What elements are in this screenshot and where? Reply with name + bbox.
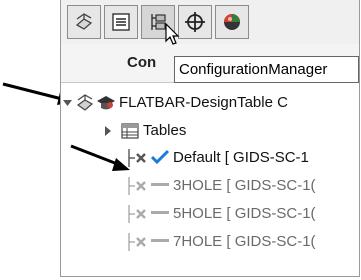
inactive-dash-icon: [151, 211, 169, 214]
config-row[interactable]: 5HOLE [ GIDS-SC-1(: [61, 201, 359, 227]
config-row[interactable]: 7HOLE [ GIDS-SC-1(: [61, 229, 359, 255]
config-label: 5HOLE [ GIDS-SC-1(: [173, 205, 316, 222]
tables-label: Tables: [143, 122, 187, 139]
displaymanager-tab[interactable]: [215, 5, 249, 39]
tooltip: ConfigurationManager: [174, 56, 359, 83]
expand-down-icon[interactable]: [63, 98, 73, 108]
featuremanager-tab[interactable]: [67, 5, 101, 39]
configuration-icon: [128, 177, 146, 195]
propertymanager-tab[interactable]: [104, 5, 138, 39]
callout-arrow-default: [70, 144, 130, 171]
crosshair-icon: [185, 12, 205, 32]
propertymanager-icon: [112, 13, 130, 31]
featuremanager-icon: [75, 13, 93, 30]
design-table-config-icon: [97, 96, 115, 110]
configuration-icon: [128, 233, 146, 251]
config-label: 7HOLE [ GIDS-SC-1(: [173, 233, 316, 250]
dimxpertmanager-tab[interactable]: [178, 5, 212, 39]
mouse-pointer-icon: [165, 23, 180, 45]
column-title: Con: [127, 54, 157, 71]
expand-right-icon[interactable]: [103, 126, 113, 136]
active-check-icon: [151, 149, 169, 165]
tables-icon: [121, 123, 139, 139]
tree-root-row[interactable]: FLATBAR-DesignTable C: [61, 90, 359, 116]
tree-tables-row[interactable]: Tables: [61, 118, 359, 144]
config-label: 3HOLE [ GIDS-SC-1(: [173, 177, 316, 194]
configuration-icon: [128, 205, 146, 223]
root-label: FLATBAR-DesignTable C: [119, 94, 288, 111]
part-icon: [76, 94, 94, 111]
appearance-sphere-icon: [224, 14, 240, 30]
config-label: Default [ GIDS-SC-1: [173, 149, 309, 166]
inactive-dash-icon: [151, 239, 169, 242]
configuration-manager-panel: Con FLATBAR-DesignTable C Tables Default…: [60, 0, 360, 277]
manager-tab-bar: [61, 0, 359, 45]
inactive-dash-icon: [151, 183, 169, 186]
